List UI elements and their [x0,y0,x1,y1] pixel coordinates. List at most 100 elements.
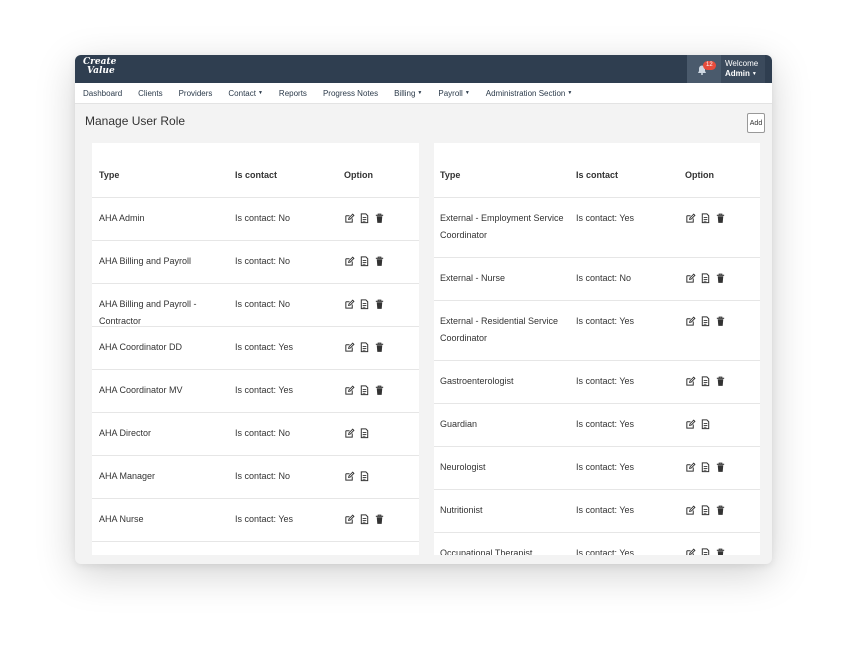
nav-item-dashboard[interactable]: Dashboard [83,89,122,98]
document-icon[interactable] [359,342,370,353]
table-row: AHA Billing and Payroll Is contact: No [92,241,419,284]
edit-icon[interactable] [344,213,355,224]
is-contact-value: Is contact: Yes [235,514,294,524]
document-icon[interactable] [359,213,370,224]
nav-item-reports[interactable]: Reports [279,89,307,98]
document-icon[interactable] [700,273,711,284]
top-bar: Create Value 12 Welcome Admin ▼ [75,55,772,83]
row-actions [344,256,385,267]
roles-table-left: Type Is contact Option AHA Admin Is contact:… [92,143,419,555]
table-row: AHA Nurse Is contact: Yes [92,499,419,542]
column-header-is-contact[interactable]: Is contact [235,167,277,184]
edit-icon[interactable] [685,505,696,516]
trash-icon[interactable] [374,514,385,525]
trash-icon[interactable] [715,273,726,284]
role-type: External - Nurse [440,273,506,283]
trash-icon[interactable] [374,299,385,310]
row-actions [685,213,726,224]
document-icon[interactable] [700,376,711,387]
chevron-down-icon: ▼ [464,90,470,97]
document-icon[interactable] [359,471,370,482]
edit-icon[interactable] [344,385,355,396]
is-contact-value: Is contact: No [235,428,291,438]
is-contact-value: Is contact: Yes [576,376,635,386]
is-contact-value: Is contact: Yes [576,213,635,223]
add-button[interactable]: Add [747,113,765,133]
document-icon[interactable] [359,428,370,439]
document-icon[interactable] [359,256,370,267]
trash-icon[interactable] [374,385,385,396]
document-icon[interactable] [700,505,711,516]
is-contact-value: Is contact: No [576,273,632,283]
document-icon[interactable] [700,213,711,224]
chevron-down-icon: ▼ [417,90,423,97]
app-window: Create Value 12 Welcome Admin ▼ Dashboard… [75,55,772,564]
nav-item-clients[interactable]: Clients [138,89,162,98]
edit-icon[interactable] [685,419,696,430]
edit-icon[interactable] [344,256,355,267]
trash-icon[interactable] [715,213,726,224]
edit-icon[interactable] [685,213,696,224]
document-icon[interactable] [700,419,711,430]
row-actions [344,213,385,224]
chevron-down-icon: ▼ [751,70,757,77]
document-icon[interactable] [359,514,370,525]
trash-icon[interactable] [374,213,385,224]
table-row: External - Nurse Is contact: No [434,258,760,301]
role-type: Nutritionist [440,505,483,515]
column-header-is-contact[interactable]: Is contact [576,167,618,184]
is-contact-value: Is contact: Yes [235,554,293,555]
table-row: Guardian Is contact: Yes [434,404,760,447]
edit-icon[interactable] [344,471,355,482]
row-actions [685,316,726,327]
edit-icon[interactable] [344,514,355,525]
edit-icon[interactable] [344,428,355,439]
edit-icon[interactable] [685,548,696,555]
document-icon[interactable] [700,548,711,555]
edit-icon[interactable] [685,462,696,473]
table-row: Occupational Therapist Is contact: Yes [434,533,760,555]
column-header-type[interactable]: Type [440,167,460,184]
nav-item-providers[interactable]: Providers [179,89,213,98]
column-header-type[interactable]: Type [99,167,119,184]
notification-button[interactable]: 12 [687,55,721,83]
table-row: External - Residential Service Coordinat… [434,301,760,361]
column-header-option[interactable]: Option [685,167,714,184]
trash-icon[interactable] [715,548,726,555]
document-icon[interactable] [359,299,370,310]
chevron-down-icon: ▼ [567,90,573,97]
role-type: AHA Coordinator MV [99,385,183,395]
edit-icon[interactable] [685,376,696,387]
document-icon[interactable] [700,316,711,327]
edit-icon[interactable] [344,299,355,310]
column-header-option[interactable]: Option [344,167,373,184]
trash-icon[interactable] [374,342,385,353]
nav-item-contact[interactable]: Contact ▼ [228,89,263,98]
app-logo[interactable]: Create Value [83,58,125,80]
nav-item-billing[interactable]: Billing ▼ [394,89,422,98]
edit-icon[interactable] [344,342,355,353]
user-menu[interactable]: Welcome Admin ▼ [721,55,765,83]
edit-icon[interactable] [685,316,696,327]
trash-icon[interactable] [715,316,726,327]
table-row: Nutritionist Is contact: Yes [434,490,760,533]
is-contact-value: Is contact: Yes [576,505,635,515]
row-actions [344,514,385,525]
is-contact-value: Is contact: Yes [235,342,294,352]
trash-icon[interactable] [715,462,726,473]
document-icon[interactable] [700,462,711,473]
nav-item-progress-notes[interactable]: Progress Notes [323,89,378,98]
logo-line2: Value [87,66,115,76]
row-actions [685,419,711,430]
nav-item-payroll[interactable]: Payroll ▼ [438,89,469,98]
document-icon[interactable] [359,385,370,396]
edit-icon[interactable] [685,273,696,284]
row-actions [685,273,726,284]
is-contact-value: Is contact: No [235,213,291,223]
notification-badge: 12 [703,61,716,70]
trash-icon[interactable] [374,256,385,267]
trash-icon[interactable] [715,376,726,387]
table-row: AHA Coordinator DD Is contact: Yes [92,327,419,370]
nav-item-administration-section[interactable]: Administration Section ▼ [486,89,573,98]
trash-icon[interactable] [715,505,726,516]
